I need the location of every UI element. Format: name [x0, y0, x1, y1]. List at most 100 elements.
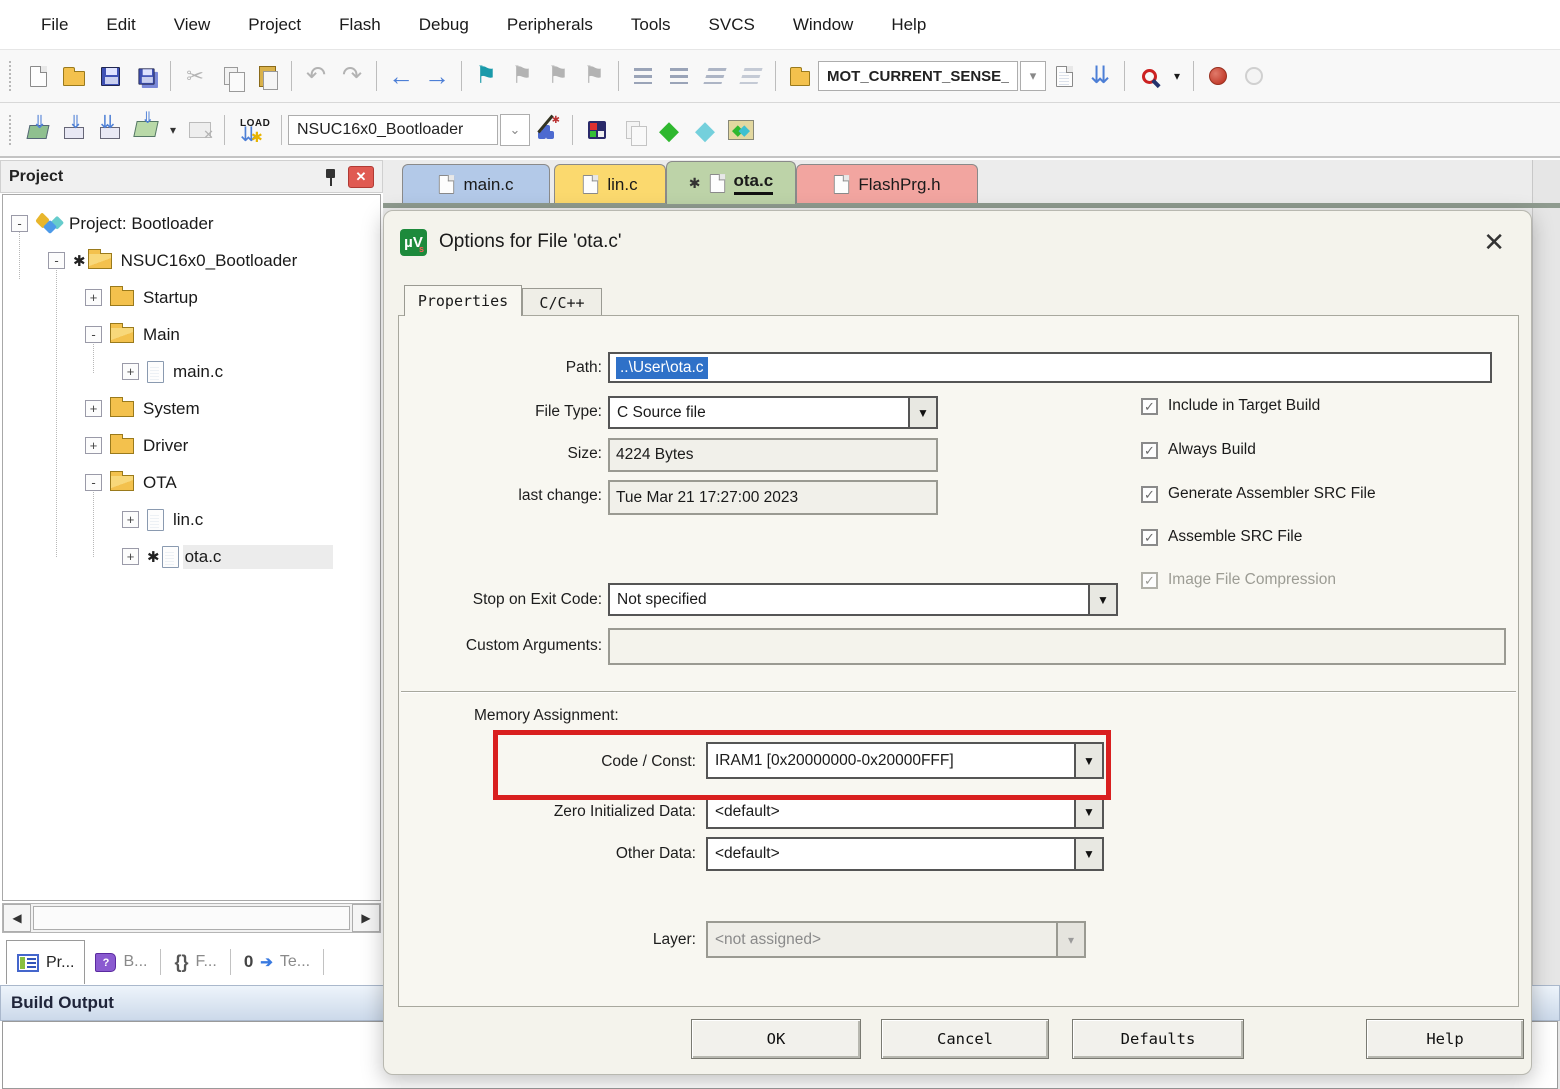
defaults-button[interactable]: Defaults	[1072, 1019, 1244, 1059]
editor-tab-main-c[interactable]: main.c	[402, 164, 550, 204]
tab-books[interactable]: ? B...	[85, 945, 157, 980]
debug-magnifier-dropdown-icon[interactable]: ▾	[1167, 57, 1187, 95]
zero-initialized-data-combobox[interactable]: <default> ▼	[706, 795, 1104, 829]
tree-toggle[interactable]: +	[122, 548, 139, 565]
editor-tab-lin-c[interactable]: lin.c	[554, 164, 666, 204]
lookup-icon[interactable]	[1046, 57, 1082, 95]
tree-row[interactable]: + Driver	[85, 427, 188, 464]
scroll-left-icon[interactable]: ◀	[3, 904, 31, 932]
menu-project[interactable]: Project	[229, 9, 320, 41]
close-icon[interactable]: ✕	[1473, 227, 1515, 258]
undo-icon[interactable]: ↶	[298, 57, 334, 95]
save-all-icon[interactable]	[128, 57, 164, 95]
manage-rte-icon[interactable]	[579, 111, 615, 149]
bookmark-clear-icon[interactable]: ⚑	[576, 57, 612, 95]
checkbox-assemble-src-file[interactable]: ✓ Assemble SRC File	[1141, 528, 1302, 546]
breakpoint-icon[interactable]	[1200, 57, 1236, 95]
tree-toggle[interactable]: -	[48, 252, 65, 269]
menu-tools[interactable]: Tools	[612, 9, 690, 41]
outdent-icon[interactable]	[625, 57, 661, 95]
dropdown-arrow-icon[interactable]: ▼	[1074, 797, 1102, 827]
menu-window[interactable]: Window	[774, 9, 872, 41]
menu-view[interactable]: View	[155, 9, 230, 41]
filter-icon[interactable]: ◆	[687, 111, 723, 149]
save-icon[interactable]	[92, 57, 128, 95]
menu-svcs[interactable]: SVCS	[690, 9, 774, 41]
comment-icon[interactable]	[697, 57, 733, 95]
tree-row[interactable]: - ✱ NSUC16x0_Bootloader	[48, 242, 297, 279]
bookmark-next-icon[interactable]: ⚑	[540, 57, 576, 95]
tree-row[interactable]: + lin.c	[122, 501, 203, 538]
bookmark-toggle-icon[interactable]: ⚑	[468, 57, 504, 95]
open-file-icon[interactable]	[56, 57, 92, 95]
build-icon[interactable]: ⇓	[56, 111, 92, 149]
checkbox-always-build[interactable]: ✓ Always Build	[1141, 441, 1256, 459]
tree-row[interactable]: + main.c	[122, 353, 223, 390]
nav-forward-icon[interactable]: →	[419, 57, 455, 95]
pack-installer-icon[interactable]: ◆	[651, 111, 687, 149]
dialog-titlebar[interactable]: µVs Options for File 'ota.c' ✕	[384, 211, 1531, 273]
target-combobox[interactable]: NSUC16x0_Bootloader	[288, 115, 498, 145]
editor-tab-ota-c[interactable]: ✱ ota.c	[666, 161, 796, 204]
dropdown-arrow-icon[interactable]: ▼	[1074, 839, 1102, 869]
paste-icon[interactable]	[249, 57, 285, 95]
tab-functions[interactable]: {} F...	[164, 944, 226, 981]
ok-button[interactable]: OK	[691, 1019, 861, 1059]
menu-peripherals[interactable]: Peripherals	[488, 9, 612, 41]
tree-row-selected[interactable]: + ✱ ota.c	[122, 538, 333, 575]
redo-icon[interactable]: ↷	[334, 57, 370, 95]
uncomment-icon[interactable]	[733, 57, 769, 95]
tree-row[interactable]: - Main	[85, 316, 180, 353]
tab-project[interactable]: Pr...	[6, 940, 85, 984]
rebuild-icon[interactable]: ⇊	[92, 111, 128, 149]
checkbox-include-in-target-build[interactable]: ✓ Include in Target Build	[1141, 397, 1320, 415]
editor-tab-flashprg-h[interactable]: FlashPrg.h	[796, 164, 978, 204]
tree-toggle[interactable]: -	[11, 215, 28, 232]
path-field[interactable]: ..\User\ota.c	[608, 352, 1492, 383]
tree-toggle[interactable]: -	[85, 326, 102, 343]
tree-toggle[interactable]: -	[85, 474, 102, 491]
tree-toggle[interactable]: +	[122, 511, 139, 528]
tree-row[interactable]: - Project: Bootloader	[11, 205, 214, 242]
help-button[interactable]: Help	[1366, 1019, 1524, 1059]
stop-on-exit-combobox[interactable]: Not specified ▼	[608, 583, 1118, 616]
tree-toggle[interactable]: +	[85, 289, 102, 306]
target-dropdown-icon[interactable]: ⌄	[500, 114, 530, 146]
menu-flash[interactable]: Flash	[320, 9, 400, 41]
windows-icon[interactable]	[615, 111, 651, 149]
batch-build-icon[interactable]: ⇓	[128, 111, 164, 149]
tree-toggle[interactable]: +	[122, 363, 139, 380]
download-icon[interactable]: LOAD⇊✱	[231, 111, 275, 149]
packs-icon[interactable]: ◆◆	[723, 111, 759, 149]
cut-icon[interactable]: ✂	[177, 57, 213, 95]
stop-build-icon[interactable]: ✕	[182, 111, 218, 149]
dropdown-arrow-icon[interactable]: ▼	[908, 398, 936, 427]
custom-arguments-field[interactable]	[608, 628, 1506, 665]
debug-magnifier-icon[interactable]	[1131, 57, 1167, 95]
new-file-icon[interactable]	[20, 57, 56, 95]
pin-icon[interactable]	[324, 168, 338, 186]
search-down-icon[interactable]: ⇊	[1082, 57, 1118, 95]
menu-edit[interactable]: Edit	[87, 9, 154, 41]
menu-file[interactable]: File	[22, 9, 87, 41]
search-target-dropdown-icon[interactable]: ▾	[1020, 61, 1046, 91]
breakpoint-disabled-icon[interactable]	[1236, 57, 1272, 95]
menu-debug[interactable]: Debug	[400, 9, 488, 41]
tree-row[interactable]: + Startup	[85, 279, 198, 316]
editor-scrollbar-strip[interactable]	[1532, 160, 1560, 1089]
nav-back-icon[interactable]: ←	[383, 57, 419, 95]
dropdown-arrow-icon[interactable]: ▼	[1088, 585, 1116, 614]
menu-help[interactable]: Help	[872, 9, 945, 41]
tab-properties[interactable]: Properties	[404, 285, 522, 316]
tab-c-cpp[interactable]: C/C++	[522, 288, 602, 316]
search-target-combobox[interactable]: MOT_CURRENT_SENSE_L	[818, 61, 1018, 91]
tree-toggle[interactable]: +	[85, 400, 102, 417]
cancel-button[interactable]: Cancel	[881, 1019, 1049, 1059]
copy-icon[interactable]	[213, 57, 249, 95]
scroll-right-icon[interactable]: ▶	[352, 904, 380, 932]
translate-icon[interactable]: ⇓	[20, 111, 56, 149]
batch-build-dropdown-icon[interactable]: ▾	[164, 111, 182, 149]
indent-icon[interactable]	[661, 57, 697, 95]
tree-row[interactable]: + System	[85, 390, 200, 427]
find-in-files-icon[interactable]	[782, 57, 818, 95]
